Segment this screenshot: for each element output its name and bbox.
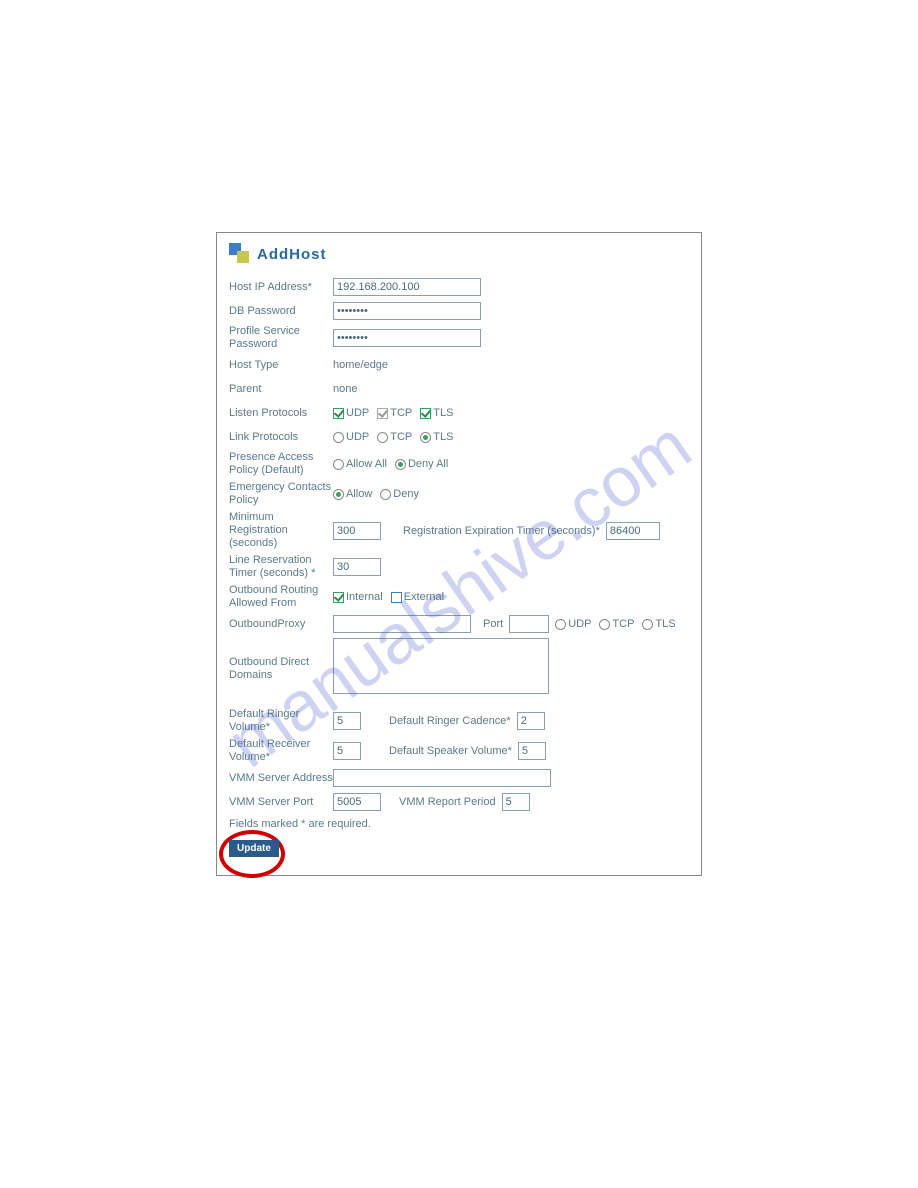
out-direct-textarea[interactable]	[333, 638, 549, 694]
def-speaker-vol-label: Default Speaker Volume*	[389, 745, 512, 757]
def-ringer-cad-label: Default Ringer Cadence*	[389, 715, 511, 727]
line-res-label: Line Reservation Timer (seconds) *	[229, 554, 333, 580]
reg-exp-label: Registration Expiration Timer (seconds)*	[403, 525, 600, 537]
parent-value: none	[333, 383, 357, 395]
add-host-panel: AddHost Host IP Address* DB Password Pro…	[216, 232, 702, 876]
vmm-port-input[interactable]	[333, 793, 381, 811]
vmm-addr-label: VMM Server Address	[229, 772, 333, 785]
logo-icon	[229, 243, 251, 265]
link-tcp-radio[interactable]: TCP	[377, 431, 412, 443]
proxy-tcp-radio[interactable]: TCP	[599, 618, 634, 630]
update-button[interactable]: Update	[229, 840, 279, 857]
link-protocols-label: Link Protocols	[229, 431, 333, 444]
port-input[interactable]	[509, 615, 549, 633]
def-receiver-vol-label: Default Receiver Volume*	[229, 738, 333, 764]
title-row: AddHost	[229, 243, 689, 265]
proxy-udp-radio[interactable]: UDP	[555, 618, 591, 630]
emergency-label: Emergency Contacts Policy	[229, 481, 333, 507]
page-title: AddHost	[257, 246, 327, 263]
listen-tls-checkbox[interactable]: TLS	[420, 407, 453, 419]
internal-checkbox[interactable]: Internal	[333, 591, 383, 603]
host-ip-label: Host IP Address*	[229, 281, 333, 294]
def-ringer-cad-input[interactable]	[517, 712, 545, 730]
host-type-label: Host Type	[229, 359, 333, 372]
link-udp-radio[interactable]: UDP	[333, 431, 369, 443]
outbound-proxy-label: OutboundProxy	[229, 618, 333, 631]
listen-protocols-label: Listen Protocols	[229, 407, 333, 420]
db-password-label: DB Password	[229, 305, 333, 318]
listen-udp-checkbox[interactable]: UDP	[333, 407, 369, 419]
emergency-deny-radio[interactable]: Deny	[380, 488, 419, 500]
vmm-addr-input[interactable]	[333, 769, 551, 787]
profile-password-label: Profile Service Password	[229, 325, 333, 351]
reg-exp-input[interactable]	[606, 522, 660, 540]
db-password-input[interactable]	[333, 302, 481, 320]
presence-policy-label: Presence Access Policy (Default)	[229, 451, 333, 477]
min-reg-label: Minimum Registration (seconds)	[229, 511, 333, 550]
required-note: Fields marked * are required.	[229, 818, 689, 830]
host-ip-input[interactable]	[333, 278, 481, 296]
def-ringer-vol-input[interactable]	[333, 712, 361, 730]
line-res-input[interactable]	[333, 558, 381, 576]
port-label: Port	[483, 618, 503, 630]
vmm-report-input[interactable]	[502, 793, 530, 811]
def-speaker-vol-input[interactable]	[518, 742, 546, 760]
external-checkbox[interactable]: External	[391, 591, 444, 603]
min-reg-input[interactable]	[333, 522, 381, 540]
host-type-value: home/edge	[333, 359, 388, 371]
proxy-tls-radio[interactable]: TLS	[642, 618, 675, 630]
def-ringer-vol-label: Default Ringer Volume*	[229, 708, 333, 734]
vmm-report-label: VMM Report Period	[399, 796, 496, 808]
out-direct-label: Outbound Direct Domains	[229, 638, 333, 682]
emergency-allow-radio[interactable]: Allow	[333, 488, 372, 500]
def-receiver-vol-input[interactable]	[333, 742, 361, 760]
presence-allow-all-radio[interactable]: Allow All	[333, 458, 387, 470]
outbound-proxy-input[interactable]	[333, 615, 471, 633]
out-routing-label: Outbound Routing Allowed From	[229, 584, 333, 610]
link-tls-radio[interactable]: TLS	[420, 431, 453, 443]
vmm-port-label: VMM Server Port	[229, 796, 333, 809]
listen-tcp-checkbox[interactable]: TCP	[377, 407, 412, 419]
presence-deny-all-radio[interactable]: Deny All	[395, 458, 448, 470]
parent-label: Parent	[229, 383, 333, 396]
profile-password-input[interactable]	[333, 329, 481, 347]
